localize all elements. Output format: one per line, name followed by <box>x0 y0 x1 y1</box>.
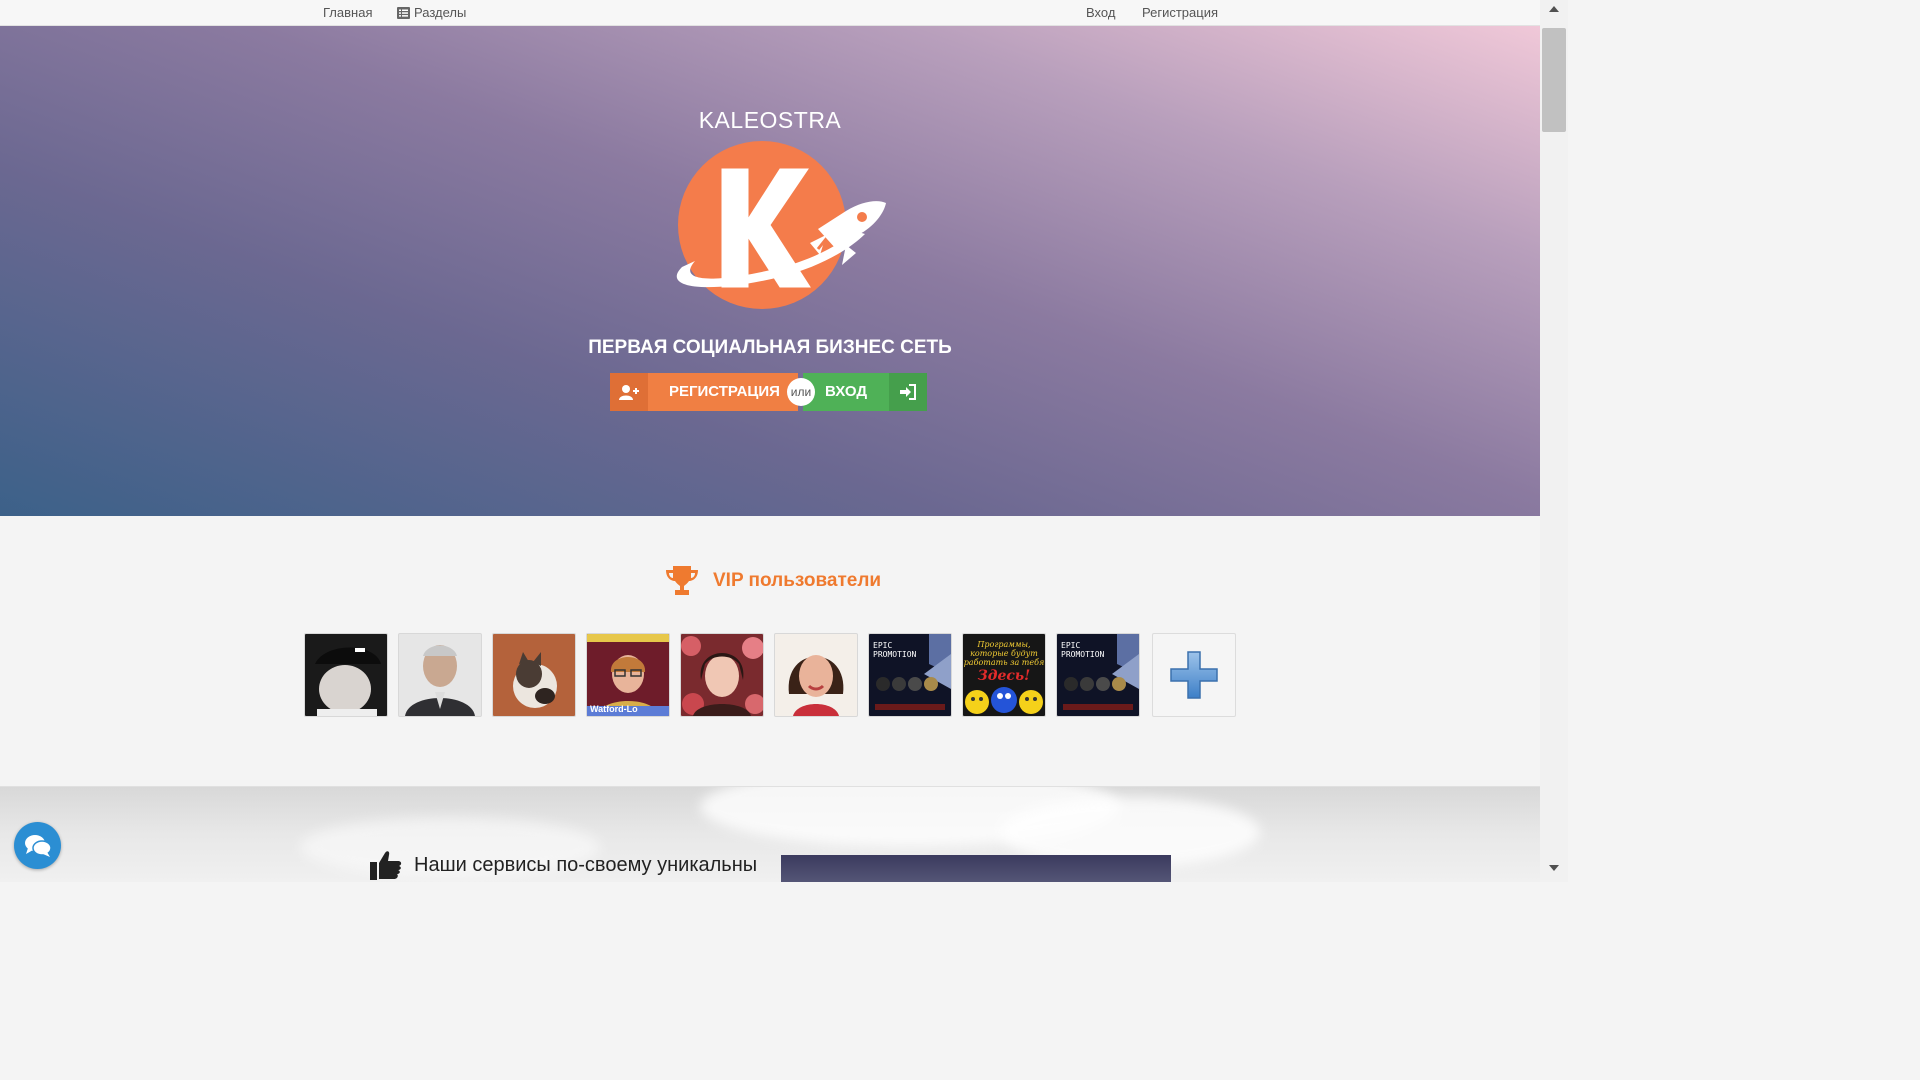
vip-avatar[interactable]: Программы, которые будут работать за теб… <box>962 633 1046 717</box>
scroll-down-arrow-icon[interactable] <box>1549 864 1559 872</box>
services-heading: Наши сервисы по-своему уникальны <box>370 850 757 880</box>
vip-title-text: VIP пользователи <box>713 570 882 591</box>
avatar-caption: Watford-Lo <box>590 704 638 714</box>
nav-home-link[interactable]: Главная <box>323 5 372 20</box>
top-navbar: Главная Разделы Вход Регистрация <box>0 0 1540 26</box>
vip-avatar[interactable]: Watford-Lo <box>586 633 670 717</box>
kaleostra-logo <box>676 141 886 309</box>
nav-sections-link[interactable]: Разделы <box>397 5 466 20</box>
promo-epic-line2: PROMOTION <box>873 650 917 659</box>
register-button[interactable]: РЕГИСТРАЦИЯ <box>610 373 798 411</box>
nav-login-link[interactable]: Вход <box>1086 5 1115 20</box>
vip-avatar[interactable]: EPIC PROMOTION <box>1056 633 1140 717</box>
login-button-label: ВХОД <box>825 383 868 400</box>
hero-tagline: ПЕРВАЯ СОЦИАЛЬНАЯ БИЗНЕС СЕТЬ <box>588 337 952 358</box>
thumbs-up-icon <box>370 851 402 880</box>
or-separator: или <box>787 378 815 406</box>
vip-avatar[interactable] <box>774 633 858 717</box>
list-icon <box>397 7 410 19</box>
vip-section: VIP пользователи Watford-Lo EPIC PROMOTI… <box>0 516 1540 786</box>
services-section: Наши сервисы по-своему уникальны <box>0 787 1540 882</box>
promo-programs-line3: работать за тебя <box>963 658 1045 667</box>
promo-programs-line4: Здесь! <box>977 668 1031 684</box>
login-button[interactable]: ВХОД <box>803 373 927 411</box>
scroll-up-arrow-icon[interactable] <box>1549 5 1559 13</box>
services-heading-text: Наши сервисы по-своему уникальны <box>414 853 758 876</box>
chat-icon <box>24 834 52 857</box>
brand-title: KALEOSTRA <box>698 107 842 133</box>
plus-icon <box>1170 651 1218 699</box>
promo-epic-line1: EPIC <box>1061 641 1081 650</box>
register-button-label: РЕГИСТРАЦИЯ <box>669 383 780 400</box>
promo-epic-line1: EPIC <box>873 641 893 650</box>
trophy-icon <box>666 566 698 595</box>
vip-avatar[interactable] <box>304 633 388 717</box>
add-vip-button[interactable] <box>1152 633 1236 717</box>
scrollbar-thumb[interactable] <box>1542 28 1566 132</box>
page-scrollbar[interactable] <box>1540 0 1568 882</box>
hero-section: KALEOSTRA ПЕРВАЯ СОЦИАЛЬНАЯ БИЗНЕС СЕТЬ … <box>0 26 1540 516</box>
vip-avatar[interactable] <box>492 633 576 717</box>
promo-epic-line2: PROMOTION <box>1061 650 1105 659</box>
add-user-icon <box>610 373 648 411</box>
nav-sections-label: Разделы <box>414 5 467 20</box>
promo-programs-line1: Программы, <box>977 640 1031 649</box>
vip-avatar[interactable] <box>398 633 482 717</box>
nav-register-link[interactable]: Регистрация <box>1142 5 1218 20</box>
vip-heading: VIP пользователи <box>665 566 881 596</box>
sign-in-icon <box>889 373 927 411</box>
promo-programs-line2: которые будут <box>970 649 1038 658</box>
services-image <box>781 855 1171 882</box>
vip-avatar[interactable] <box>680 633 764 717</box>
chat-widget-button[interactable] <box>14 822 61 869</box>
vip-avatar[interactable]: EPIC PROMOTION <box>868 633 952 717</box>
